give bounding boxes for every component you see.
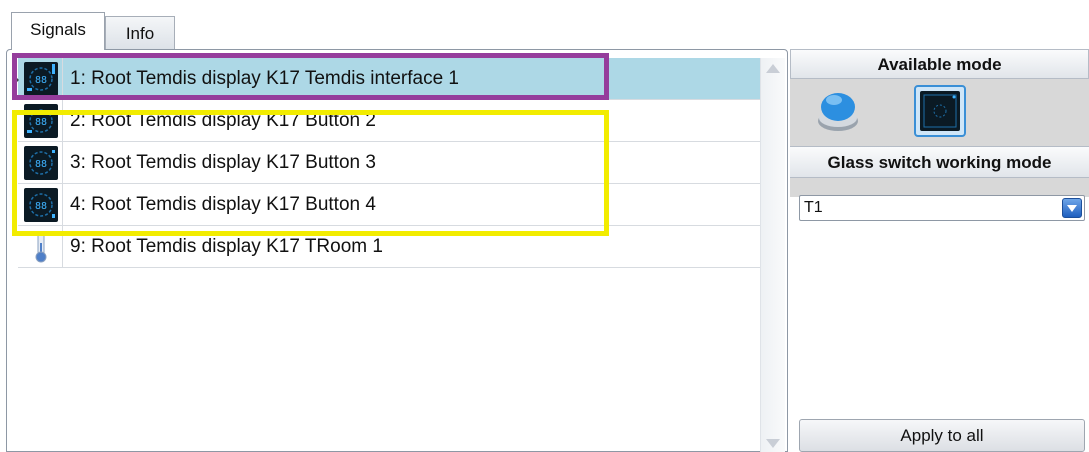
row-separator bbox=[62, 184, 63, 225]
mode-selector bbox=[790, 79, 1089, 197]
svg-text:88: 88 bbox=[35, 117, 47, 128]
scroll-down-icon[interactable] bbox=[766, 439, 780, 448]
working-mode-value: T1 bbox=[804, 199, 823, 216]
svg-text:88: 88 bbox=[35, 75, 47, 86]
scroll-up-icon[interactable] bbox=[766, 64, 780, 73]
current-row-marker bbox=[14, 75, 19, 85]
temdis-display-icon: 88 bbox=[24, 104, 58, 138]
signal-row[interactable]: 88 2: Root Temdis display K17 Button 2 bbox=[18, 100, 760, 142]
glass-switch-icon bbox=[916, 87, 964, 135]
temdis-display-icon: 88 bbox=[24, 188, 58, 222]
thermometer-icon bbox=[24, 230, 58, 264]
row-separator bbox=[62, 100, 63, 141]
signal-label: 9: Root Temdis display K17 TRoom 1 bbox=[70, 236, 383, 257]
working-mode-select[interactable]: T1 bbox=[799, 195, 1085, 221]
signal-label: 1: Root Temdis display K17 Temdis interf… bbox=[70, 68, 459, 89]
signal-label: 4: Root Temdis display K17 Button 4 bbox=[70, 194, 376, 215]
signal-label: 3: Root Temdis display K17 Button 3 bbox=[70, 152, 376, 173]
signal-label: 2: Root Temdis display K17 Button 2 bbox=[70, 110, 376, 131]
row-separator bbox=[62, 142, 63, 183]
vertical-scrollbar[interactable] bbox=[760, 58, 785, 452]
push-button-icon bbox=[812, 85, 864, 137]
signal-row[interactable]: 88 1: Root Temdis display K17 Temdis int… bbox=[14, 58, 760, 100]
push-button-mode-button[interactable] bbox=[812, 85, 864, 137]
mode-panel: Available mode Glass switch working mode… bbox=[790, 49, 1089, 452]
signal-row[interactable]: 88 3: Root Temdis display K17 Button 3 bbox=[18, 142, 760, 184]
svg-text:88: 88 bbox=[35, 201, 47, 212]
svg-text:88: 88 bbox=[35, 159, 47, 170]
signal-row[interactable]: 88 4: Root Temdis display K17 Button 4 bbox=[18, 184, 760, 226]
tab-signals[interactable]: Signals bbox=[11, 12, 105, 50]
row-separator bbox=[62, 58, 63, 99]
apply-to-all-button[interactable]: Apply to all bbox=[799, 419, 1085, 452]
tab-info[interactable]: Info bbox=[105, 16, 175, 49]
working-mode-title: Glass switch working mode bbox=[790, 146, 1089, 178]
temdis-display-icon: 88 bbox=[24, 62, 58, 96]
available-mode-title: Available mode bbox=[790, 49, 1089, 79]
temdis-display-icon: 88 bbox=[24, 146, 58, 180]
row-separator bbox=[62, 226, 63, 267]
glass-switch-mode-button[interactable] bbox=[914, 85, 966, 137]
signal-row[interactable]: 9: Root Temdis display K17 TRoom 1 bbox=[18, 226, 760, 268]
chevron-down-icon[interactable] bbox=[1062, 198, 1082, 218]
